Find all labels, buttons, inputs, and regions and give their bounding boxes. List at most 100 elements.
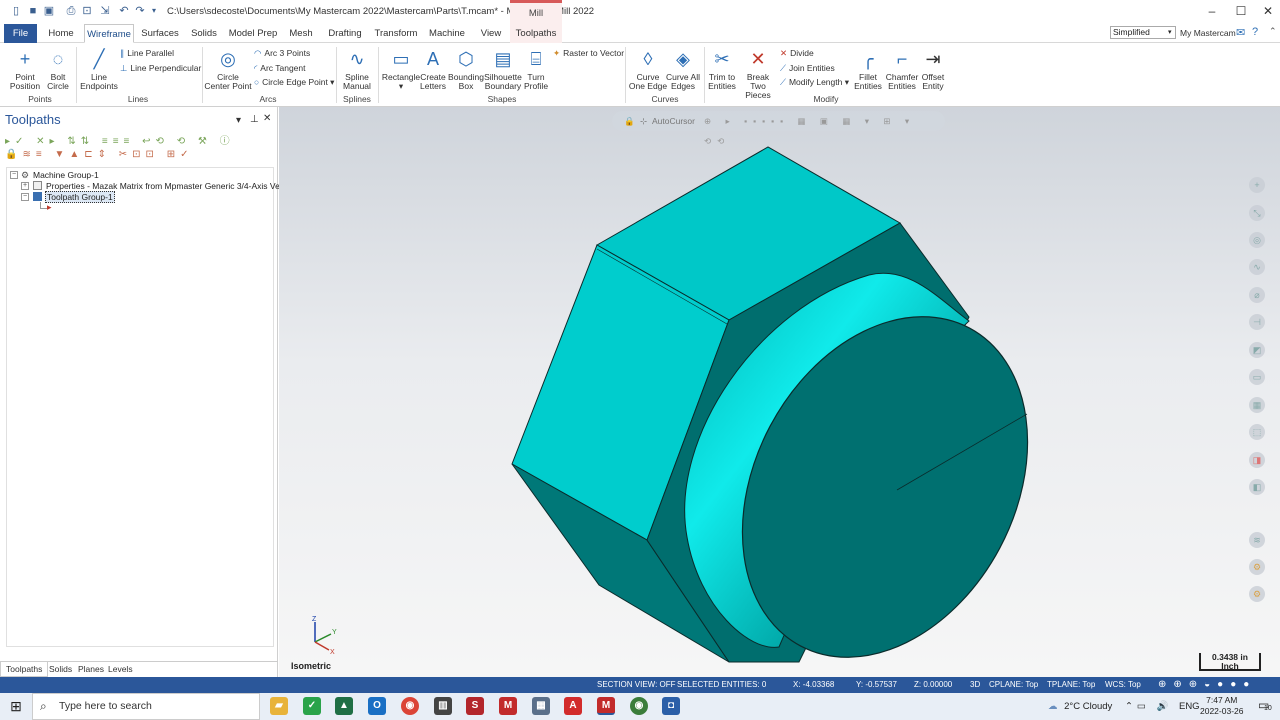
tab-surfaces[interactable]: Surfaces [140, 24, 180, 43]
panel-close-icon[interactable]: ✕ [263, 113, 271, 124]
customize-icon[interactable]: ▾ [148, 5, 160, 17]
acrobat-icon[interactable]: A [564, 697, 582, 715]
calculator-icon[interactable]: ▦ [532, 697, 550, 715]
tab-view[interactable]: View [476, 24, 506, 43]
tab-wireframe[interactable]: Wireframe [84, 24, 134, 43]
language-indicator[interactable]: ENG [1179, 701, 1200, 712]
line-perpendicular-button[interactable]: ⊥ Line Perpendicular [120, 63, 201, 74]
curve-tool-icon[interactable]: ∿ [1249, 259, 1265, 275]
hex-bolt-model[interactable] [279, 107, 1280, 677]
help-icon[interactable]: ? [1252, 26, 1258, 38]
modify-length-button[interactable]: ⟋ Modify Length ▾ [780, 77, 849, 88]
tab-home[interactable]: Home [44, 24, 78, 43]
selection-toolbar[interactable]: 🔒 ⊹ AutoCursor ⊕ ▸ ▪▪▪▪▪ ▦ ▣ ▦ ▾ ⊞ ▾ ⟲⟲ [612, 111, 945, 146]
redo-icon[interactable]: ↷ [134, 5, 146, 17]
options-icon[interactable]: ⚙ [1249, 586, 1265, 602]
cube-icon[interactable]: ⬚ [1249, 424, 1265, 440]
clock[interactable]: 7:47 AM 2022-03-26 [1200, 695, 1243, 717]
new-icon[interactable]: ▯ [10, 5, 22, 17]
toolpath-toolbar-row2[interactable]: 🔒≋≡ ▼▲⊏⇕ ✂⊡⊡ ⊞✓ [5, 149, 193, 160]
settings-gear-icon[interactable]: ⚙ [1249, 559, 1265, 575]
print-preview-icon[interactable]: ⊡ [81, 5, 93, 17]
rotate-icon[interactable]: ◎ [1249, 232, 1265, 248]
save-as-icon[interactable]: ▣ [43, 5, 55, 17]
save-icon[interactable]: ■ [27, 5, 39, 17]
mastercam-2022-icon[interactable]: M [499, 697, 517, 715]
collapse-ribbon-icon[interactable]: ⌃ [1269, 26, 1277, 37]
break-two-pieces-button[interactable]: ✕ Break Two Pieces [739, 49, 777, 100]
chrome-icon[interactable]: ◉ [401, 697, 419, 715]
my-mastercam-link[interactable]: My Mastercam [1180, 28, 1236, 38]
graphics-viewport[interactable]: 🔒 ⊹ AutoCursor ⊕ ▸ ▪▪▪▪▪ ▦ ▣ ▦ ▾ ⊞ ▾ ⟲⟲ … [279, 107, 1280, 677]
shade-icon[interactable]: ◩ [1249, 342, 1265, 358]
solidworks-icon[interactable]: S [466, 697, 484, 715]
zoom-in-icon[interactable]: + [1249, 177, 1265, 193]
tray-icons[interactable]: ⌃▭ 🔊 [1125, 701, 1172, 712]
tab-drafting[interactable]: Drafting [324, 24, 366, 43]
mastercam-active-icon[interactable]: M [597, 697, 615, 715]
divide-button[interactable]: ✕ Divide [780, 48, 814, 59]
spline-manual-button[interactable]: ∿ Spline Manual [338, 49, 376, 91]
offset-entity-button[interactable]: ⇥ Offset Entity [918, 49, 948, 91]
trim-to-entities-button[interactable]: ✂ Trim to Entities [704, 49, 740, 91]
autocursor-label[interactable]: AutoCursor [652, 111, 695, 131]
color-icon[interactable]: ▦ [1249, 397, 1265, 413]
wcs-status[interactable]: WCS: Top [1105, 677, 1141, 693]
bolt-circle-button[interactable]: ◌ Bolt Circle [44, 49, 72, 91]
tab-machine[interactable]: Machine [426, 24, 468, 43]
arc-3-points-button[interactable]: ◠ Arc 3 Points [254, 48, 310, 59]
chamfer-entities-button[interactable]: ⌐ Chamfer Entities [884, 49, 920, 91]
print-icon[interactable]: ⎙ [65, 5, 77, 17]
measure-icon[interactable]: ⊣ [1249, 314, 1265, 330]
taskbar-search[interactable]: Type here to search [32, 693, 260, 720]
circle-center-point-button[interactable]: ◎ Circle Center Point [204, 49, 252, 91]
collapse-icon[interactable]: − [21, 193, 29, 201]
curve-one-edge-button[interactable]: ◊ Curve One Edge [628, 49, 668, 91]
expand-icon[interactable]: + [21, 182, 29, 190]
selection-mode-icons[interactable]: ⊕ ▸ ▪▪▪▪▪ ▦ ▣ ▦ ▾ ⊞ ▾ ⟲⟲ [704, 111, 945, 151]
display-mode-icons[interactable]: ⊕⊕⊕◒●●● [1158, 677, 1256, 693]
toolpath-toolbar-row1[interactable]: ▸✓ ✕▸ ⇅⇅ ≡≡≡ ↩⟲ ⟲ ⚒ ⓘ [5, 132, 235, 147]
tab-toolpaths[interactable]: Toolpaths [510, 24, 562, 43]
point-position-button[interactable]: + Point Position [6, 49, 44, 91]
clear-color-icon[interactable]: ◨ [1249, 452, 1265, 468]
arc-tangent-button[interactable]: ◜ Arc Tangent [254, 63, 306, 74]
zoom-window-icon[interactable]: ⤡ [1249, 205, 1265, 221]
collapse-icon[interactable]: − [10, 171, 18, 179]
file-explorer-icon[interactable]: ▰ [270, 697, 288, 715]
rectangle-button[interactable]: ▭ Rectangle ▾ [381, 49, 421, 91]
tplane-status[interactable]: TPLANE: Top [1047, 677, 1095, 693]
circle-edge-point-button[interactable]: ○ Circle Edge Point ▾ [254, 77, 334, 88]
weather-text[interactable]: 2°C Cloudy [1064, 701, 1112, 712]
turn-profile-button[interactable]: ⌸ Turn Profile [522, 49, 550, 91]
chrome-2-icon[interactable]: ◉ [630, 697, 648, 715]
pin-icon[interactable]: ⊥ [250, 114, 259, 125]
lock-icon[interactable]: 🔒 [624, 111, 635, 131]
outlook-icon[interactable]: O [368, 697, 386, 715]
view-box-icon[interactable]: ▭ [1249, 369, 1265, 385]
raster-to-vector-button[interactable]: ✦ Raster to Vector [553, 48, 624, 59]
undo-icon[interactable]: ↶ [118, 5, 130, 17]
maximize-icon[interactable]: ☐ [1229, 2, 1253, 20]
panel-menu-icon[interactable]: ▾ [236, 115, 241, 126]
line-endpoints-button[interactable]: ╱ Line Endpoints [78, 49, 120, 91]
join-entities-button[interactable]: ⟋ Join Entities [780, 63, 835, 74]
tab-planes-panel[interactable]: Planes [78, 664, 104, 674]
toolpath-group-node[interactable]: Toolpath Group-1 [45, 191, 115, 203]
tab-levels-panel[interactable]: Levels [108, 664, 133, 674]
close-icon[interactable]: ✕ [1256, 2, 1280, 20]
camera-app-icon[interactable]: ◘ [662, 697, 680, 715]
app-green-icon[interactable]: ▲ [335, 697, 353, 715]
layers-icon[interactable]: ≋ [1249, 532, 1265, 548]
minimize-icon[interactable]: – [1200, 2, 1224, 20]
fillet-entities-button[interactable]: ╭ Fillet Entities [850, 49, 886, 91]
properties-node[interactable]: Properties - Mazak Matrix from Mpmaster … [46, 181, 298, 191]
tab-solids-panel[interactable]: Solids [49, 664, 72, 674]
create-letters-button[interactable]: A Create Letters [420, 49, 446, 91]
cplane-status[interactable]: CPLANE: Top [989, 677, 1038, 693]
chevron-down-icon[interactable]: ▾ [1168, 28, 1172, 36]
machine-group-node[interactable]: Machine Group-1 [33, 170, 99, 180]
section-view-status[interactable]: SECTION VIEW: OFF [597, 677, 676, 693]
silhouette-boundary-button[interactable]: ▤ Silhouette Boundary [484, 49, 522, 91]
app-book-icon[interactable]: ▥ [434, 697, 452, 715]
